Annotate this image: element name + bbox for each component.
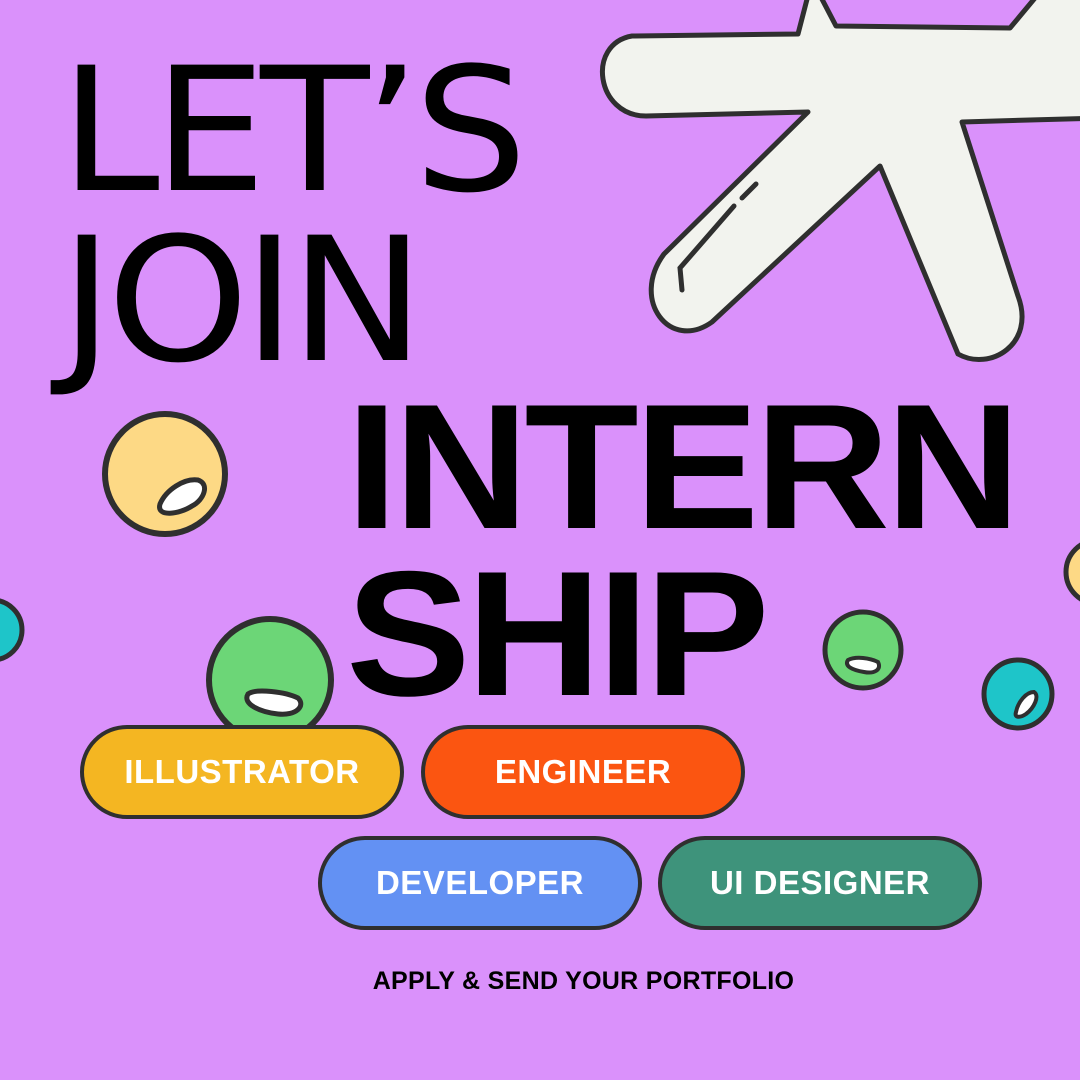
star-shape (599, 0, 1080, 362)
headline-line-1: LET’S (60, 30, 527, 231)
yellow-bubble (102, 411, 228, 537)
teal-bubble-edge (0, 598, 25, 662)
headline-line-2: JOIN (60, 200, 425, 401)
internship-poster: LET’S JOIN INTERN SHIP ILLUSTRATOR ENGIN… (0, 0, 1080, 1080)
role-pill-engineer[interactable]: ENGINEER (421, 725, 745, 819)
call-to-action: APPLY & SEND YOUR PORTFOLIO (372, 967, 795, 995)
role-pill-developer[interactable]: DEVELOPER (318, 836, 642, 930)
role-pill-ui-designer[interactable]: UI DESIGNER (658, 836, 982, 930)
role-pill-illustrator[interactable]: ILLUSTRATOR (80, 725, 404, 819)
headline-line-4: SHIP (346, 534, 770, 733)
teal-bubble (981, 657, 1055, 731)
headline-line-3: INTERN (346, 367, 1021, 566)
yellow-bubble-edge (1063, 542, 1080, 602)
green-bubble-small (822, 609, 904, 691)
green-bubble-large (206, 616, 334, 744)
